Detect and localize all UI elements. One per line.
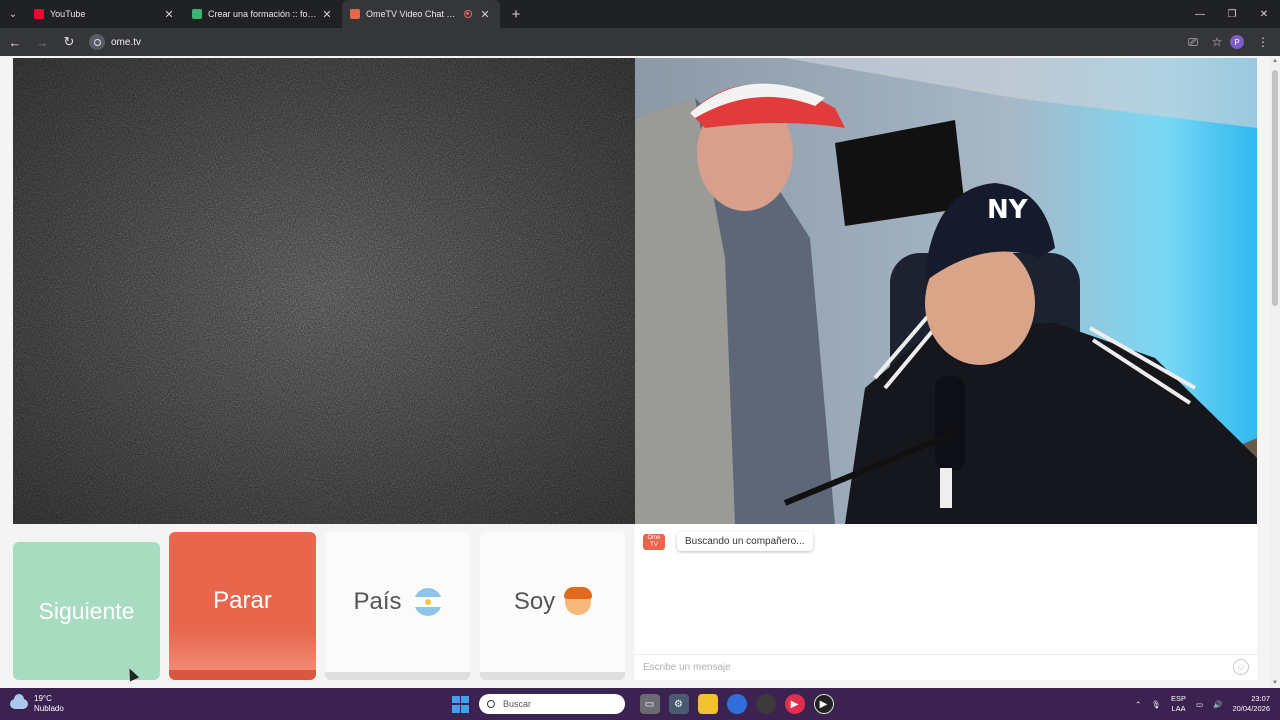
windows-taskbar: 19°C Nublado Buscar ▭ ⚙ ▶ ▶ ⌃ 🎙 ESP LAA … [0, 688, 1280, 720]
argentina-flag-icon [413, 588, 442, 616]
play-app-icon[interactable]: ▶ [813, 694, 834, 714]
show-hidden-icons-icon[interactable]: ⌃ [1135, 700, 1141, 709]
weather-widget[interactable]: 19°C Nublado [10, 694, 64, 714]
own-camera-video: NY [635, 58, 1257, 524]
profile-avatar[interactable]: P [1230, 35, 1244, 49]
clock-time: 23:07 [1251, 694, 1270, 703]
language-indicator[interactable]: ESP LAA [1171, 694, 1186, 714]
youtube-favicon-icon [34, 9, 44, 19]
obs-icon[interactable] [755, 694, 776, 714]
chat-panel: Ome TV Buscando un compañero... Escribe … [635, 524, 1257, 680]
country-button-label: País [353, 588, 402, 615]
chat-status-message: Buscando un compañero... [677, 532, 813, 551]
boy-emoji-icon [564, 587, 593, 615]
language-code: ESP [1171, 694, 1187, 703]
close-window-icon[interactable]: ✕ [1248, 0, 1280, 28]
network-icon[interactable]: ▭ [1196, 700, 1203, 709]
restore-icon[interactable]: ❐ [1216, 0, 1248, 28]
weather-description: Nublado [34, 704, 64, 713]
emoji-picker-icon[interactable]: ☺ [1233, 659, 1249, 675]
close-tab-icon[interactable]: ✕ [478, 8, 492, 21]
svg-text:NY: NY [987, 195, 1029, 225]
address-bar[interactable]: ome.tv [89, 31, 1180, 53]
minimize-icon[interactable]: — [1184, 0, 1216, 28]
reload-icon[interactable]: ↻ [57, 30, 81, 54]
tab-search-menu-icon[interactable]: ⌄ [0, 0, 26, 28]
close-tab-icon[interactable]: ✕ [320, 8, 334, 21]
scroll-up-icon[interactable]: ▲ [1271, 58, 1279, 64]
back-icon[interactable]: ← [3, 30, 27, 54]
taskbar-search-input[interactable]: Buscar [479, 694, 625, 714]
clock[interactable]: 23:07 20/04/2026 [1232, 694, 1270, 714]
volume-icon[interactable]: 🔊 [1213, 700, 1222, 709]
keyboard-layout: LAA [1171, 704, 1186, 713]
footalist-favicon-icon [192, 9, 202, 19]
windows-start-icon[interactable] [452, 695, 469, 713]
next-button-label: Siguiente [38, 597, 135, 624]
tab-youtube[interactable]: YouTube ✕ [26, 0, 184, 28]
forward-icon[interactable]: → [30, 30, 54, 54]
taskbar-apps: Buscar ▭ ⚙ ▶ ▶ [452, 688, 838, 720]
webcam-image: NY [635, 58, 1257, 524]
tab-title: YouTube [50, 9, 86, 19]
chat-message-input[interactable]: Escribe un mensaje [635, 654, 1257, 680]
gender-button[interactable]: Soy [480, 532, 625, 680]
task-view-icon[interactable]: ▭ [639, 694, 660, 714]
tab-footalist[interactable]: Crear una formación :: footalist ✕ [184, 0, 342, 28]
tab-title: Crear una formación :: footalist [208, 9, 320, 19]
partner-video-static [13, 58, 635, 524]
recording-icon [464, 10, 472, 18]
site-info-icon[interactable] [89, 34, 105, 50]
media-player-icon[interactable]: ▶ [784, 694, 805, 714]
ometv-page: NY Siguiente Parar País Soy Ome TV Busca… [0, 56, 1270, 688]
gender-button-label: Soy [513, 588, 556, 615]
ometv-logo-icon: Ome TV [643, 534, 665, 550]
new-tab-icon[interactable]: + [504, 6, 528, 23]
tab-ometv[interactable]: OmeTV Video Chat — OmeTV ✕ [342, 0, 500, 28]
clock-date: 20/04/2026 [1232, 704, 1270, 713]
static-noise-image [13, 58, 635, 524]
search-placeholder: Buscar [503, 699, 532, 709]
ometv-favicon-icon [350, 9, 360, 19]
page-scrollbar[interactable]: ▲ ▼ [1270, 56, 1280, 688]
settings-gear-icon[interactable]: ⚙ [668, 694, 689, 714]
search-icon [487, 700, 495, 708]
chrome-icon[interactable] [726, 694, 747, 714]
window-controls: — ❐ ✕ [1184, 0, 1280, 28]
weather-temperature: 19°C [34, 694, 52, 703]
browser-menu-icon[interactable]: ⋮ [1252, 31, 1274, 53]
next-button[interactable]: Siguiente [13, 542, 160, 680]
bookmark-star-icon[interactable]: ☆ [1206, 31, 1228, 53]
stop-button-label: Parar [213, 587, 272, 614]
microphone-icon[interactable]: 🎙 [1151, 700, 1161, 709]
cloud-icon [10, 694, 28, 709]
stop-button[interactable]: Parar [169, 532, 316, 680]
url-text: ome.tv [111, 36, 142, 48]
scrollbar-thumb[interactable] [1272, 70, 1278, 306]
browser-tab-strip: ⌄ YouTube ✕ Crear una formación :: foota… [0, 0, 1280, 28]
country-button[interactable]: País [325, 532, 470, 680]
cast-icon[interactable]: ⎚ [1182, 31, 1204, 53]
scroll-down-icon[interactable]: ▼ [1271, 680, 1279, 686]
browser-toolbar: ← → ↻ ome.tv ⎚ ☆ P ⋮ [0, 28, 1280, 56]
file-explorer-icon[interactable] [697, 694, 718, 714]
toolbar-actions: ⎚ ☆ P ⋮ [1180, 31, 1274, 53]
system-tray: ⌃ 🎙 ESP LAA ▭ 🔊 23:07 20/04/2026 [1125, 688, 1270, 720]
tab-title: OmeTV Video Chat — OmeTV [366, 9, 458, 19]
close-tab-icon[interactable]: ✕ [162, 8, 176, 21]
